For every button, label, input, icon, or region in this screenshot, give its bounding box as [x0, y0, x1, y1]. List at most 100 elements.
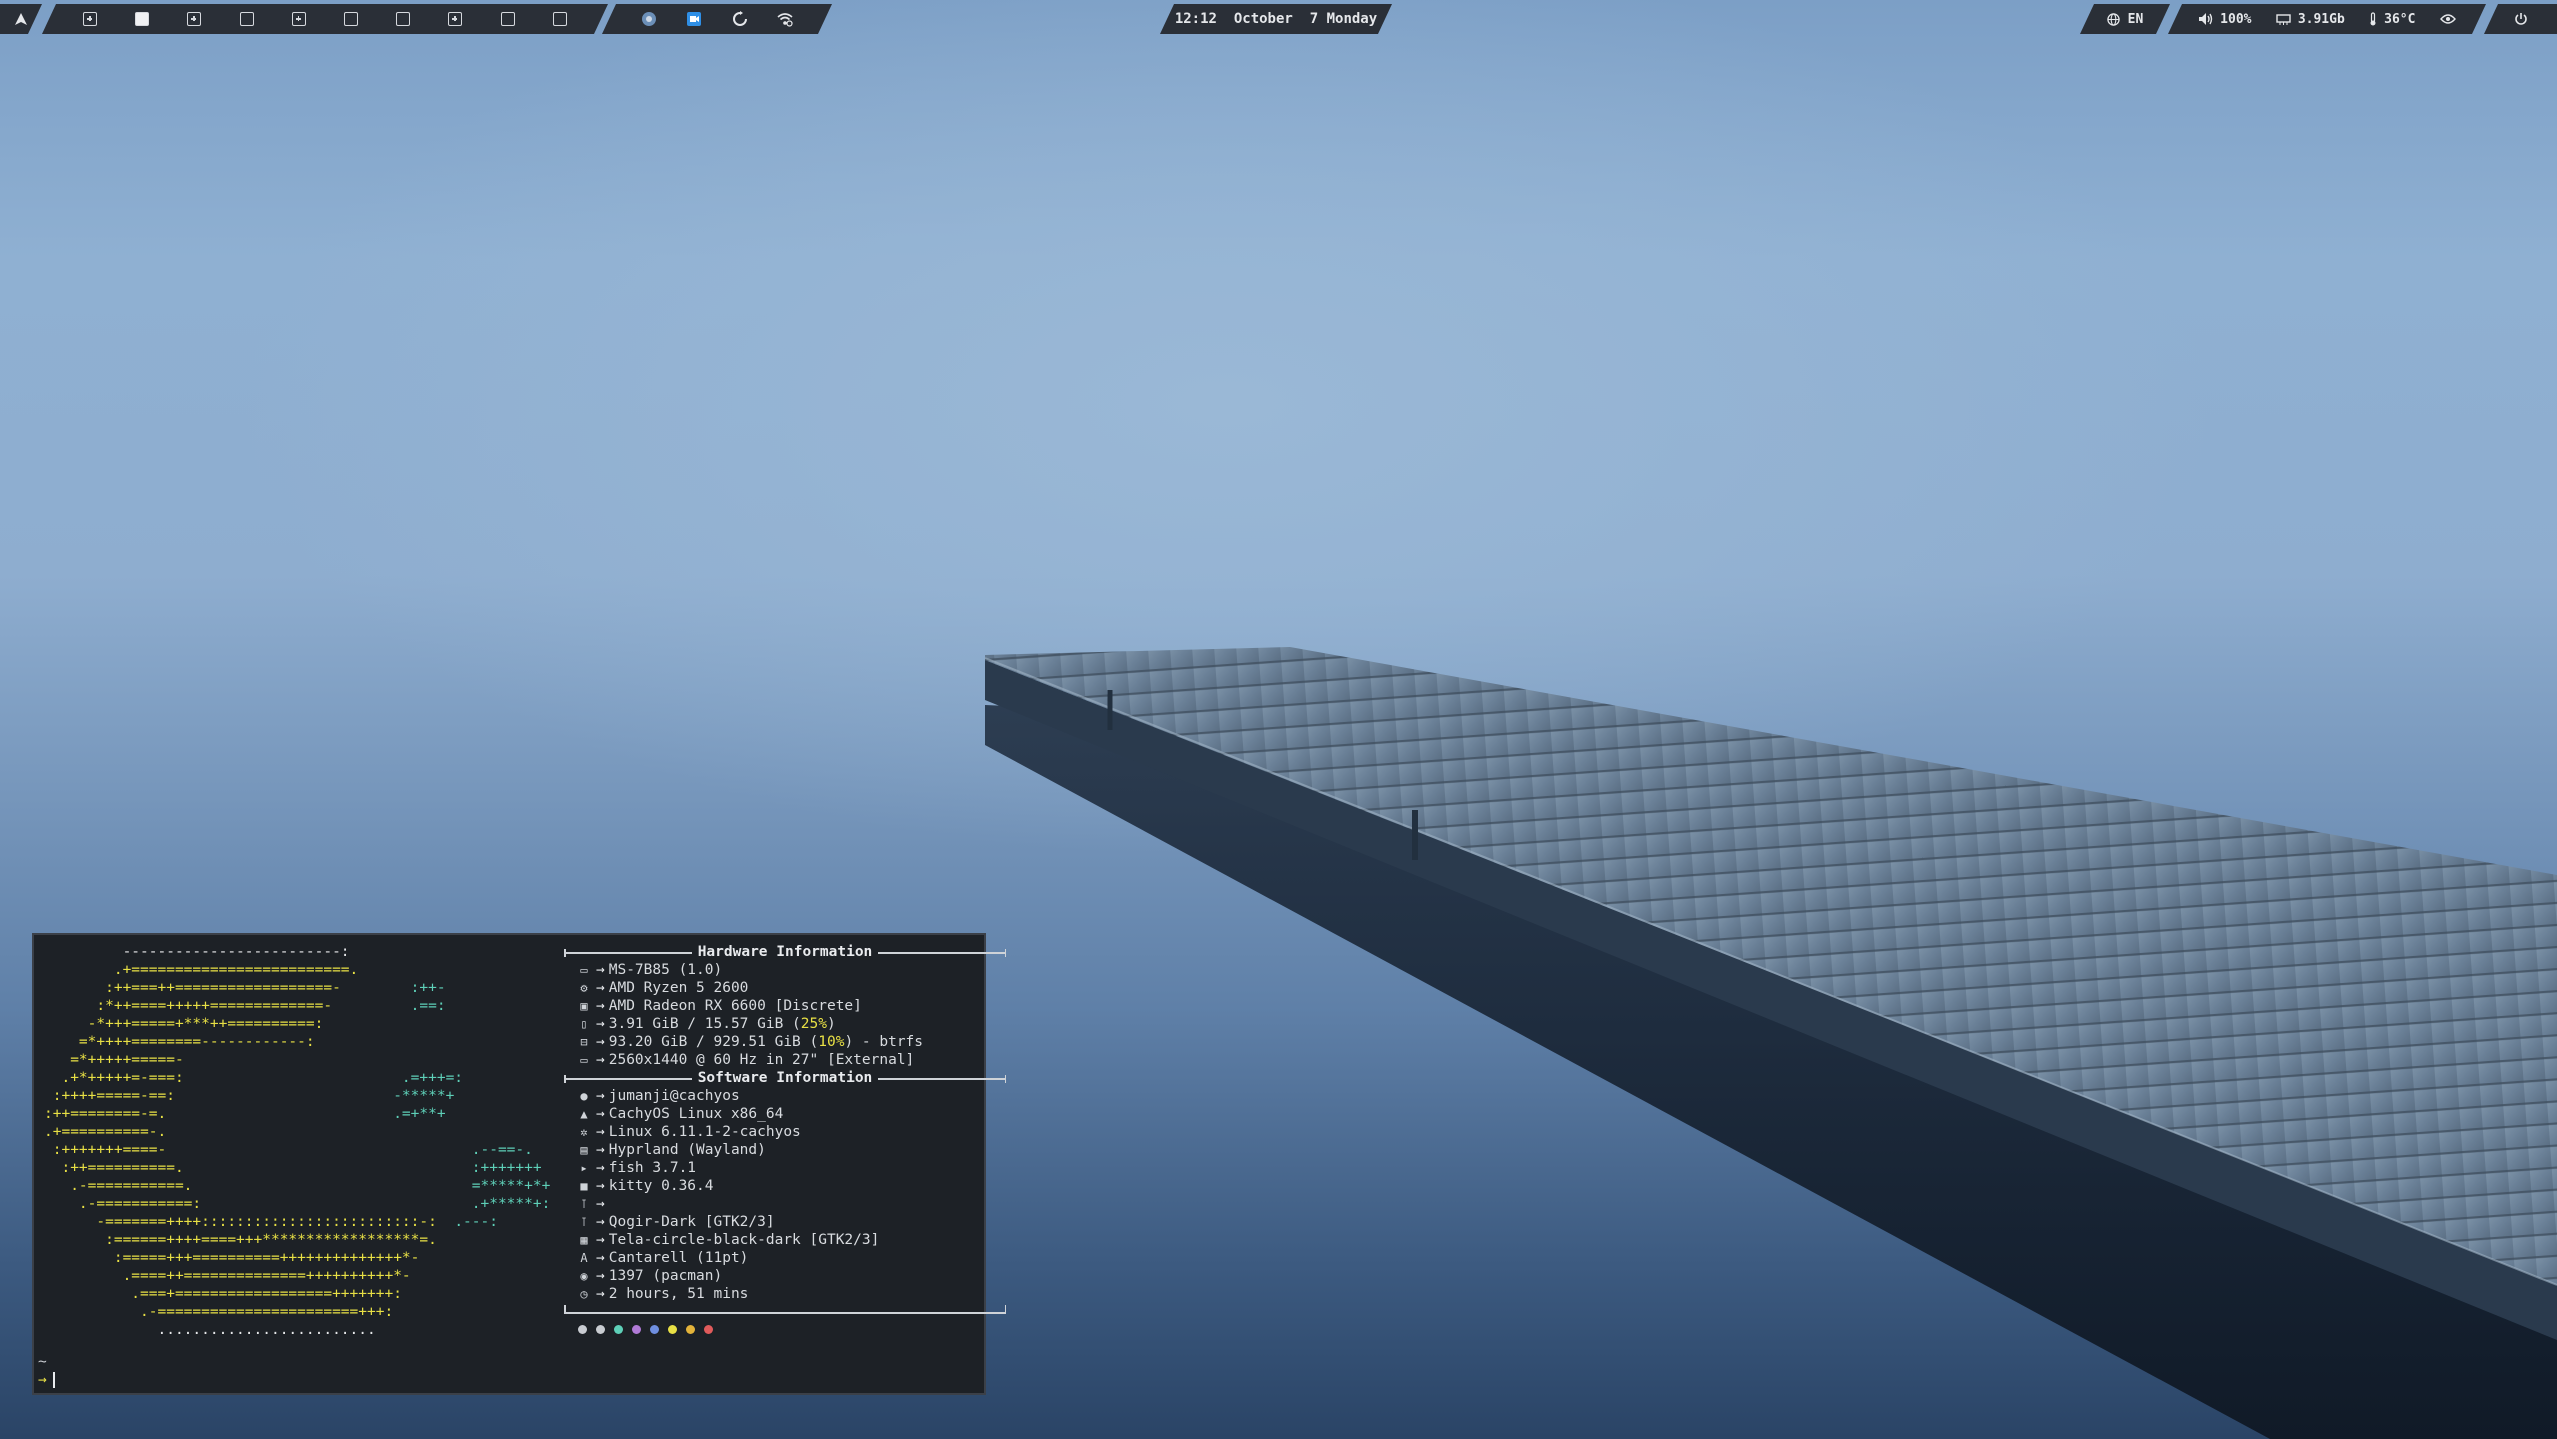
- palette-dot: [704, 1325, 713, 1334]
- palette-dot: [650, 1325, 659, 1334]
- language-label: EN: [2127, 11, 2144, 27]
- hardware-info-value: AMD Ryzen 5 2600: [608, 980, 749, 996]
- row-arrow: →: [596, 998, 605, 1014]
- software-info-row: A → Cantarell (11pt): [564, 1249, 1006, 1267]
- hardware-info-row: ▭ → 2560x1440 @ 60 Hz in 27" [External]: [564, 1051, 1006, 1069]
- eye-icon: [2440, 13, 2456, 25]
- row-arrow: →: [596, 1106, 605, 1122]
- palette-dot: [578, 1325, 587, 1334]
- software-info-row: ◷ → 2 hours, 51 mins: [564, 1285, 1006, 1303]
- usage-percent: 25%: [800, 1016, 827, 1032]
- software-info-row: ⊺ → Qogir-Dark [GTK2/3]: [564, 1213, 1006, 1231]
- shell-icon: ▸: [580, 1161, 588, 1175]
- row-arrow: →: [596, 1052, 605, 1068]
- text-cursor: [52, 1372, 55, 1388]
- kitty-terminal-window[interactable]: -------------------------: .+===========…: [32, 933, 1006, 1395]
- temperature-widget[interactable]: 36°C: [2369, 12, 2415, 27]
- row-arrow: →: [596, 962, 605, 978]
- volume-icon: [2198, 12, 2213, 26]
- row-arrow: →: [596, 1178, 605, 1194]
- hardware-info-row: ▯ → 3.91 GiB / 15.57 GiB (25%): [564, 1015, 1006, 1033]
- hardware-info-row: ⚙ → AMD Ryzen 5 2600: [564, 979, 1006, 997]
- software-info-row: ✲ → Linux 6.11.1-2-cachyos: [564, 1123, 1006, 1141]
- terminal-icon: ■: [580, 1179, 588, 1193]
- software-info-value: 2 hours, 51 mins: [608, 1286, 749, 1302]
- software-info-value: fish 3.7.1: [608, 1160, 697, 1176]
- workspace-5-button[interactable]: [292, 12, 306, 26]
- row-arrow: →: [596, 1160, 605, 1176]
- cpu-icon: ⚙: [580, 981, 588, 995]
- monitor-icon: ▭: [580, 1053, 588, 1067]
- memory-widget[interactable]: 3.91Gb: [2276, 12, 2345, 27]
- info-bottom-border: [564, 1303, 1006, 1321]
- laptop-icon: ▭: [580, 963, 588, 977]
- row-arrow: →: [596, 1142, 605, 1158]
- os-icon: ▲: [580, 1107, 588, 1121]
- workspace-6-button[interactable]: [344, 12, 358, 26]
- idle-inhibitor[interactable]: [2440, 13, 2456, 25]
- volume-widget[interactable]: 100%: [2198, 12, 2251, 27]
- software-info-value: 1397 (pacman): [608, 1268, 723, 1284]
- row-arrow: →: [596, 980, 605, 996]
- memory-value: 3.91Gb: [2297, 11, 2345, 27]
- workspace-10-button[interactable]: [553, 12, 567, 26]
- workspace-8-button[interactable]: [448, 12, 462, 26]
- screen-recorder-icon[interactable]: [685, 10, 703, 28]
- software-info-value: Tela-circle-black-dark [GTK2/3]: [608, 1232, 880, 1248]
- software-header: Software Information: [564, 1069, 1006, 1087]
- cachyos-ascii-logo: -------------------------: .+===========…: [44, 944, 551, 1338]
- browser-icon[interactable]: [640, 10, 658, 28]
- software-info-row: ● → jumanji@cachyos: [564, 1087, 1006, 1105]
- palette-dot: [614, 1325, 623, 1334]
- memory-icon: ▯: [580, 1017, 588, 1031]
- workspace-4-button[interactable]: [240, 12, 254, 26]
- software-info-row: ◉ → 1397 (pacman): [564, 1267, 1006, 1285]
- theme-brush-icon: ⊺: [580, 1215, 588, 1229]
- temperature-value: 36°C: [2384, 11, 2416, 27]
- hardware-info-row: ▣ → AMD Radeon RX 6600 [Discrete]: [564, 997, 1006, 1015]
- palette-dot: [686, 1325, 695, 1334]
- usage-percent: 10%: [818, 1034, 845, 1050]
- brush-icon: ⊺: [580, 1197, 588, 1211]
- software-info-row: ▲ → CachyOS Linux x86_64: [564, 1105, 1006, 1123]
- hardware-info-value: 93.20 GiB / 929.51 GiB (10%) - btrfs: [608, 1034, 924, 1050]
- gpu-icon: ▣: [580, 999, 588, 1013]
- workspace-2-button[interactable]: [135, 12, 149, 26]
- software-info-row: ▦ → Tela-circle-black-dark [GTK2/3]: [564, 1231, 1006, 1249]
- hardware-header: Hardware Information: [564, 943, 1006, 961]
- kernel-gear-icon: ✲: [580, 1125, 588, 1139]
- software-info-row: ▤ → Hyprland (Wayland): [564, 1141, 1006, 1159]
- workspace-3-button[interactable]: [187, 12, 201, 26]
- power-restart-icon[interactable]: [731, 10, 749, 28]
- row-arrow: →: [596, 1232, 605, 1248]
- workspace-9-button[interactable]: [501, 12, 515, 26]
- palette-dot: [668, 1325, 677, 1334]
- language-indicator[interactable]: EN: [2080, 4, 2170, 34]
- software-info-value: CachyOS Linux x86_64: [608, 1106, 784, 1122]
- clock-time: 12:12: [1174, 11, 1217, 27]
- row-arrow: →: [596, 1214, 605, 1230]
- software-info-value: Hyprland (Wayland): [608, 1142, 766, 1158]
- software-info-row: ▸ → fish 3.7.1: [564, 1159, 1006, 1177]
- row-arrow: →: [596, 1196, 605, 1212]
- software-info-value: Qogir-Dark [GTK2/3]: [608, 1214, 775, 1230]
- volume-value: 100%: [2220, 11, 2252, 27]
- workspace-1-button[interactable]: [83, 12, 97, 26]
- window-manager-icon: ▤: [580, 1143, 588, 1157]
- hardware-info-value: MS-7B85 (1.0): [608, 962, 723, 978]
- clock-icon: ◷: [580, 1287, 588, 1301]
- clock-month: October: [1233, 11, 1293, 27]
- icons-grid-icon: ▦: [580, 1233, 588, 1247]
- workspace-7-button[interactable]: [396, 12, 410, 26]
- font-icon: A: [580, 1251, 588, 1265]
- wifi-icon[interactable]: [776, 10, 794, 28]
- clock[interactable]: 12:12 October 7 Monday: [1160, 4, 1392, 34]
- fastfetch-info-panel: Hardware Information ▭ → MS-7B85 (1.0) ⚙ → AM…: [564, 943, 1006, 1334]
- hardware-info-value: AMD Radeon RX 6600 [Discrete]: [608, 998, 862, 1014]
- palette-dot: [596, 1325, 605, 1334]
- hardware-info-value: 2560x1440 @ 60 Hz in 27" [External]: [608, 1052, 915, 1068]
- thermometer-icon: [2369, 12, 2377, 26]
- shell-prompt[interactable]: ~ →: [38, 1353, 55, 1389]
- palette-dot: [632, 1325, 641, 1334]
- clock-day: 7: [1309, 11, 1319, 27]
